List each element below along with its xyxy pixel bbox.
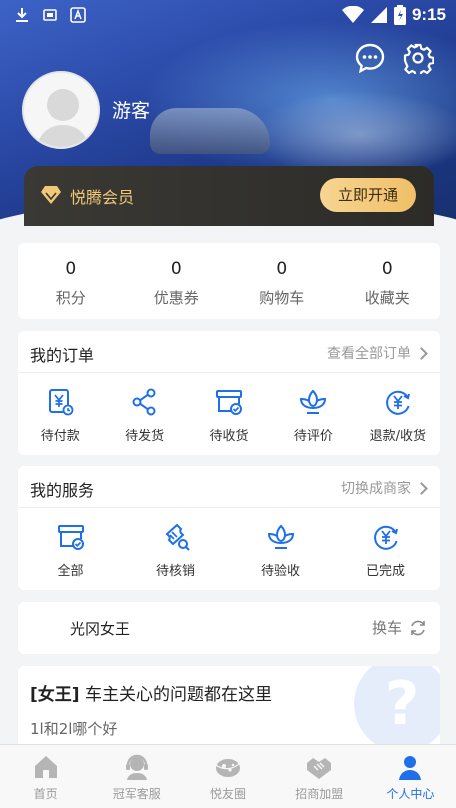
switch-car-button[interactable]: 换车 (372, 617, 428, 638)
faq-sub-question[interactable]: 1l和2l哪个好 (30, 718, 117, 739)
view-all-orders-link[interactable]: 查看全部订单 (327, 343, 428, 363)
stats-card: 0 积分 0 优惠券 0 购物车 0 收藏夹 (18, 243, 440, 319)
tab-profile[interactable]: 个人中心 (365, 745, 456, 808)
box-check-icon (216, 390, 243, 415)
car-card[interactable]: 光冈女王 换车 (18, 602, 440, 654)
person-icon (399, 756, 422, 780)
refund-yen-icon (373, 525, 398, 550)
orders-header: 我的订单 查看全部订单 (18, 331, 440, 373)
order-label: 待评价 (293, 429, 333, 444)
order-pending-payment[interactable]: 待付款 (18, 387, 102, 444)
stat-label: 购物车 (259, 289, 305, 307)
flower-icon (267, 524, 294, 549)
stat-value: 0 (170, 259, 182, 279)
bill-yen-icon (49, 389, 74, 416)
banner-car-image (150, 108, 270, 154)
orders-card: 我的订单 查看全部订单 待付款 待发货 待收货 待评价 退款/收货 (18, 331, 440, 455)
stat-label: 收藏夹 (364, 289, 410, 307)
bottom-tab-bar: 首页 冠军客服 悦友圈 招商加盟 个人中心 (0, 744, 456, 808)
faq-question: [女王] 车主关心的问题都在这里 (30, 680, 272, 705)
order-label: 待付款 (40, 429, 80, 444)
wifi-icon (341, 6, 364, 23)
services-header: 我的服务 切换成商家 (18, 466, 440, 508)
service-label: 已完成 (365, 564, 405, 579)
services-card: 我的服务 切换成商家 全部 待核销 待验收 已完成 (18, 466, 440, 590)
status-time: 9:15 (411, 5, 446, 24)
order-pending-shipment[interactable]: 待发货 (102, 387, 186, 444)
flower-icon (300, 389, 327, 414)
stat-points[interactable]: 0 积分 (18, 243, 124, 319)
service-label: 待验收 (260, 564, 300, 579)
chevron-right-icon (415, 346, 428, 360)
service-all[interactable]: 全部 (18, 522, 123, 579)
gear-icon[interactable] (402, 42, 434, 74)
stat-favorites[interactable]: 0 收藏夹 (335, 243, 441, 319)
tab-circle[interactable]: 悦友圈 (182, 745, 273, 808)
question-mark-icon: ? (354, 666, 440, 752)
order-label: 待发货 (125, 429, 165, 444)
refresh-icon (411, 620, 425, 635)
view-all-orders-label: 查看全部订单 (327, 346, 411, 362)
share-icon (132, 388, 156, 416)
service-completed[interactable]: 已完成 (333, 522, 438, 579)
status-bar: 9:15 (0, 0, 456, 32)
order-pending-review[interactable]: 待评价 (271, 387, 355, 444)
support-icon (125, 754, 148, 780)
services-title: 我的服务 (30, 481, 95, 500)
order-pending-receipt[interactable]: 待收货 (187, 387, 271, 444)
service-label: 待核销 (155, 564, 195, 579)
app-a-icon (70, 7, 86, 23)
tab-label: 个人中心 (386, 787, 435, 801)
switch-to-merchant-link[interactable]: 切换成商家 (341, 478, 428, 498)
stat-cart[interactable]: 0 购物车 (229, 243, 335, 319)
stat-label: 积分 (55, 289, 86, 307)
handshake-icon (307, 758, 332, 779)
switch-to-merchant-label: 切换成商家 (341, 481, 411, 497)
box-check-icon (57, 525, 84, 550)
ticket-search-icon (165, 523, 190, 551)
stat-coupons[interactable]: 0 优惠券 (124, 243, 230, 319)
membership-bar: 悦腾会员 立即开通 (24, 166, 434, 226)
tab-label: 悦友圈 (210, 787, 247, 801)
service-label: 全部 (57, 564, 84, 579)
home-icon (34, 756, 57, 778)
signal-icon (370, 7, 387, 23)
stat-label: 优惠券 (153, 289, 199, 307)
service-pending-acceptance[interactable]: 待验收 (228, 522, 333, 579)
stat-value: 0 (381, 259, 393, 279)
tab-label: 冠军客服 (112, 787, 161, 801)
user-name[interactable]: 游客 (112, 96, 150, 123)
switch-car-label: 换车 (371, 619, 402, 637)
order-label: 待收货 (209, 429, 249, 444)
diamond-icon (41, 186, 61, 204)
order-label: 退款/收货 (369, 429, 427, 444)
open-membership-button[interactable]: 立即开通 (320, 178, 416, 212)
message-icon[interactable] (354, 42, 386, 74)
tab-label: 招商加盟 (295, 787, 344, 801)
orders-title: 我的订单 (30, 346, 95, 365)
refund-yen-icon (385, 390, 410, 415)
tab-franchise[interactable]: 招商加盟 (274, 745, 365, 808)
stat-value: 0 (65, 259, 77, 279)
planet-icon (215, 759, 241, 777)
chevron-right-icon (415, 481, 428, 495)
tab-home[interactable]: 首页 (0, 745, 91, 808)
faq-tag: [女王] (30, 685, 80, 705)
faq-question-text: 车主关心的问题都在这里 (79, 685, 272, 705)
membership-label: 悦腾会员 (70, 188, 135, 207)
stat-value: 0 (276, 259, 288, 279)
battery-icon (393, 5, 406, 25)
car-name: 光冈女王 (70, 620, 131, 638)
avatar[interactable] (22, 71, 100, 149)
tab-label: 首页 (33, 787, 58, 801)
sim-icon (43, 9, 57, 21)
download-icon (16, 8, 28, 22)
order-refund[interactable]: 退款/收货 (356, 387, 440, 444)
tab-support[interactable]: 冠军客服 (91, 745, 182, 808)
service-pending-verify[interactable]: 待核销 (123, 522, 228, 579)
